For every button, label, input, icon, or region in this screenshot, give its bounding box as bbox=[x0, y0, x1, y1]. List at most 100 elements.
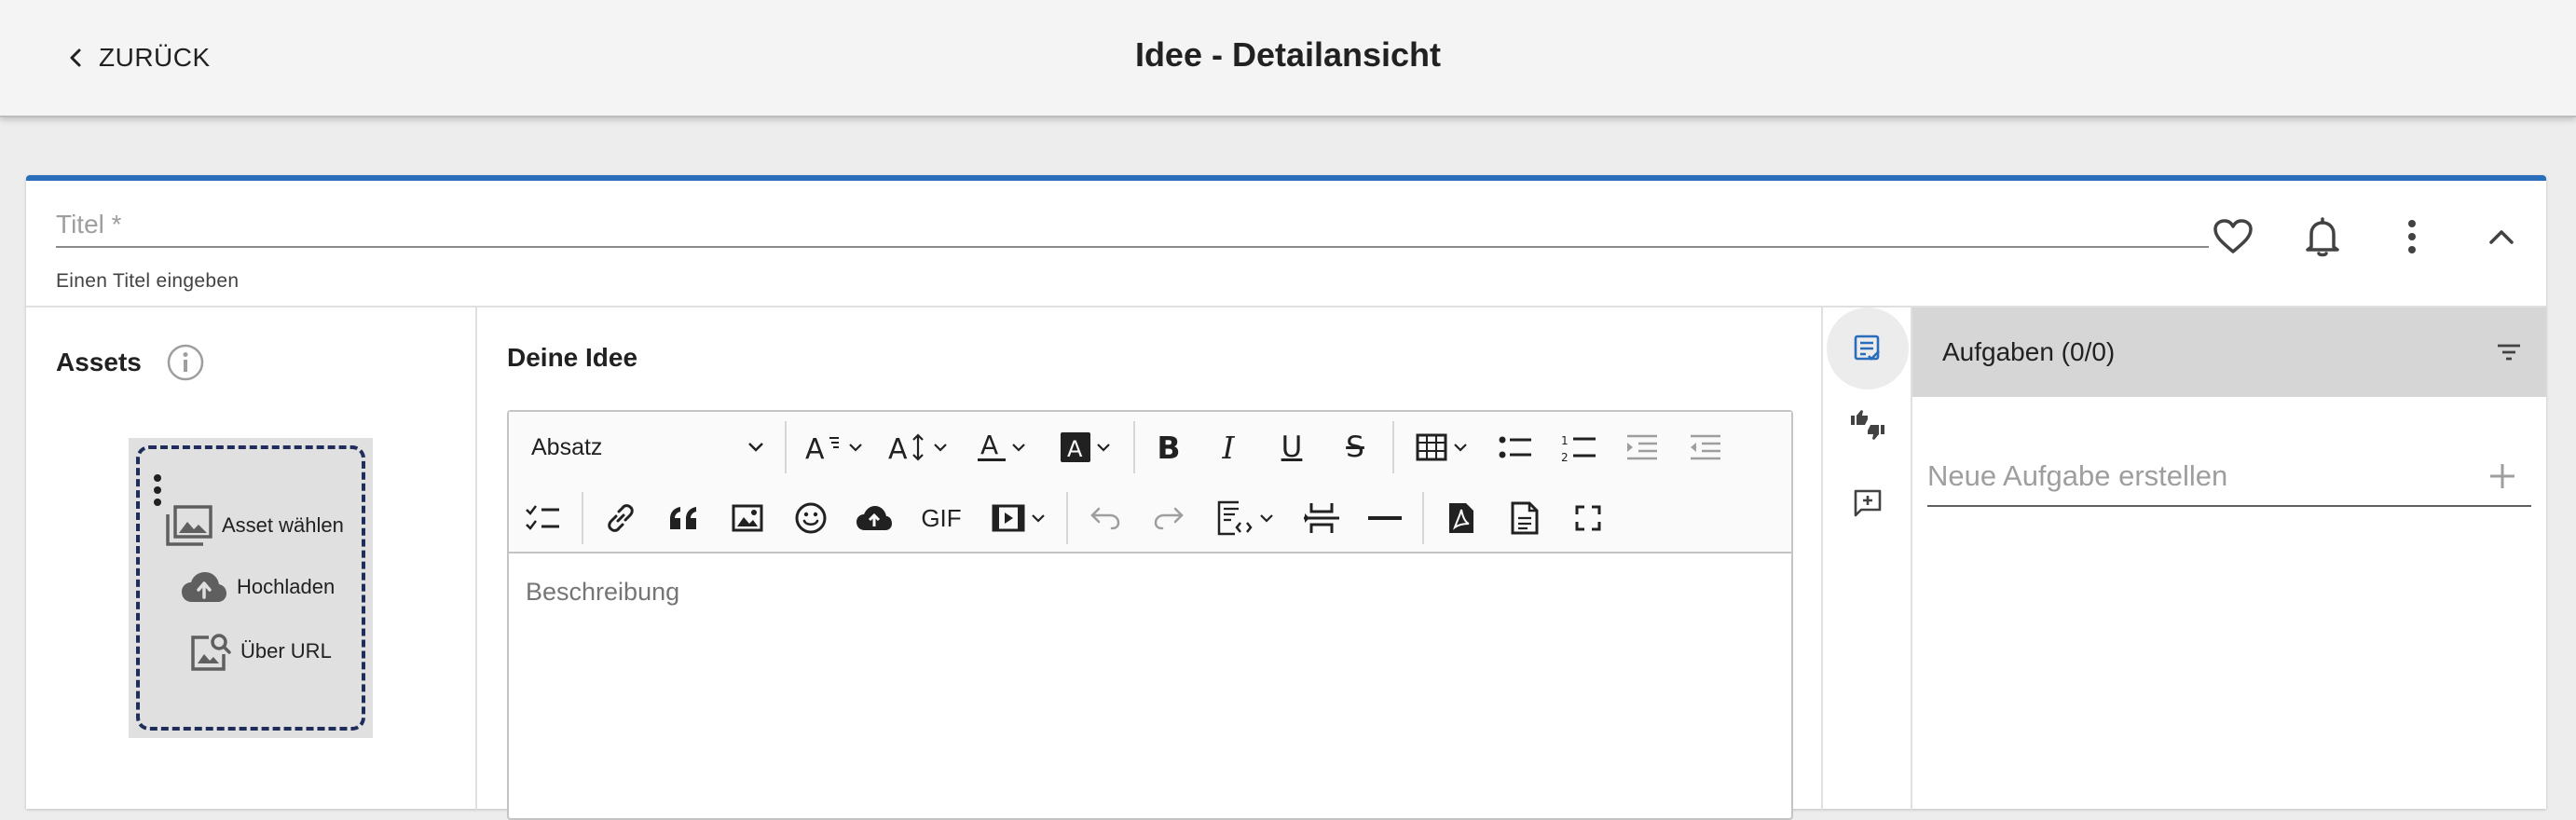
image-search-icon bbox=[191, 634, 231, 671]
svg-text:A: A bbox=[805, 433, 825, 462]
svg-text:A: A bbox=[1067, 436, 1083, 462]
choose-asset-option[interactable]: Asset wählen bbox=[166, 505, 344, 546]
horizontal-line-button[interactable] bbox=[1353, 492, 1417, 544]
video-icon bbox=[992, 504, 1025, 532]
quote-icon bbox=[670, 507, 696, 529]
favorite-button[interactable] bbox=[2188, 209, 2278, 265]
font-size-button[interactable]: A bbox=[876, 421, 960, 473]
italic-button[interactable]: I bbox=[1197, 421, 1260, 473]
redo-button[interactable] bbox=[1137, 492, 1200, 544]
asset-dropzone[interactable]: Asset wählen Hochladen Über URL bbox=[129, 438, 373, 738]
new-task-input[interactable] bbox=[1927, 459, 2449, 493]
bold-button[interactable]: B bbox=[1141, 421, 1197, 473]
todo-list-button[interactable] bbox=[509, 492, 576, 544]
redo-icon bbox=[1154, 507, 1184, 530]
paragraph-format-select[interactable]: Absatz bbox=[509, 421, 779, 473]
title-input[interactable] bbox=[56, 203, 2209, 248]
font-family-button[interactable]: A bbox=[792, 421, 876, 473]
thumbs-up-down-icon bbox=[1851, 410, 1884, 440]
underline-button[interactable]: U bbox=[1260, 421, 1323, 473]
idea-card: Einen Titel eingeben bbox=[26, 175, 2546, 820]
strikethrough-icon: S bbox=[1346, 430, 1364, 464]
fullscreen-icon bbox=[1575, 505, 1601, 531]
tasks-header: Aufgaben (0/0) bbox=[1912, 308, 2546, 397]
chevron-down-icon bbox=[1012, 444, 1025, 452]
link-icon bbox=[608, 504, 634, 532]
indent-button[interactable] bbox=[1610, 421, 1674, 473]
info-icon[interactable] bbox=[166, 343, 205, 382]
horizontal-line-icon bbox=[1368, 516, 1402, 520]
paragraph-format-label: Absatz bbox=[531, 433, 603, 460]
outdent-button[interactable] bbox=[1674, 421, 1737, 473]
image-icon bbox=[732, 504, 763, 532]
page-break-icon bbox=[1304, 503, 1339, 533]
tab-votes[interactable] bbox=[1827, 386, 1909, 464]
photo-library-icon bbox=[166, 505, 212, 546]
background-color-icon: A bbox=[1061, 432, 1090, 462]
collapse-button[interactable] bbox=[2457, 209, 2546, 265]
title-hint: Einen Titel eingeben bbox=[56, 270, 240, 292]
upload-option[interactable]: Hochladen bbox=[181, 570, 335, 604]
pdf-icon bbox=[1449, 503, 1473, 533]
bulleted-list-button[interactable] bbox=[1484, 421, 1547, 473]
export-word-button[interactable] bbox=[1493, 492, 1556, 544]
table-icon bbox=[1416, 433, 1447, 461]
bell-icon bbox=[2306, 217, 2339, 257]
tasks-panel: Aufgaben (0/0) bbox=[1912, 308, 2546, 811]
underline-icon: U bbox=[1281, 430, 1303, 464]
notifications-button[interactable] bbox=[2278, 209, 2367, 265]
more-options-button[interactable] bbox=[2367, 209, 2457, 265]
chevron-down-icon bbox=[1260, 514, 1273, 523]
upload-file-button[interactable] bbox=[843, 492, 906, 544]
more-vertical-icon[interactable] bbox=[153, 473, 162, 507]
description-editor[interactable]: Beschreibung bbox=[526, 578, 679, 607]
chevron-down-icon bbox=[1097, 444, 1110, 452]
undo-button[interactable] bbox=[1074, 492, 1137, 544]
fullscreen-button[interactable] bbox=[1556, 492, 1620, 544]
page-break-button[interactable] bbox=[1290, 492, 1353, 544]
font-family-icon: A bbox=[805, 433, 839, 462]
gif-button[interactable]: GIF bbox=[906, 492, 977, 544]
cloud-upload-icon bbox=[856, 506, 892, 530]
link-button[interactable] bbox=[589, 492, 652, 544]
assets-panel: Assets Asset wählen Hochladen Über URL bbox=[26, 308, 477, 811]
media-embed-button[interactable] bbox=[977, 492, 1061, 544]
font-color-button[interactable]: A bbox=[960, 421, 1044, 473]
export-pdf-button[interactable] bbox=[1430, 492, 1493, 544]
todo-list-icon bbox=[526, 505, 559, 530]
numbered-list-button[interactable]: 1 2 bbox=[1547, 421, 1610, 473]
emoji-button[interactable] bbox=[779, 492, 843, 544]
title-row: Einen Titel eingeben bbox=[26, 181, 2546, 308]
insert-image-button[interactable] bbox=[716, 492, 779, 544]
italic-icon: I bbox=[1222, 429, 1235, 466]
tasks-title: Aufgaben (0/0) bbox=[1942, 337, 2116, 366]
strikethrough-button[interactable]: S bbox=[1323, 421, 1387, 473]
table-button[interactable] bbox=[1400, 421, 1484, 473]
tab-tasks[interactable] bbox=[1827, 308, 1909, 390]
chevron-down-icon bbox=[934, 444, 947, 452]
upload-label: Hochladen bbox=[237, 575, 336, 598]
new-task-field bbox=[1927, 447, 2531, 507]
cloud-upload-icon bbox=[182, 572, 226, 602]
svg-text:1: 1 bbox=[1561, 434, 1569, 447]
background-color-button[interactable]: A bbox=[1044, 421, 1128, 473]
chevron-up-icon bbox=[2489, 230, 2514, 244]
side-tab-bar bbox=[1823, 308, 1912, 811]
plus-icon[interactable] bbox=[2488, 462, 2516, 490]
choose-asset-label: Asset wählen bbox=[222, 513, 344, 537]
blockquote-button[interactable] bbox=[652, 492, 716, 544]
indent-icon bbox=[1627, 434, 1657, 460]
bold-icon: B bbox=[1157, 429, 1181, 466]
tab-comments[interactable] bbox=[1827, 464, 1909, 542]
source-editing-button[interactable] bbox=[1200, 492, 1290, 544]
filter-icon[interactable] bbox=[2496, 343, 2522, 362]
source-code-icon bbox=[1217, 500, 1253, 536]
gif-label: GIF bbox=[921, 503, 962, 532]
title-actions bbox=[2188, 209, 2546, 265]
heart-icon bbox=[2213, 219, 2253, 253]
rich-text-editor: Absatz A A A A B I U S 1 2 GIF Beschreib… bbox=[507, 410, 1793, 820]
chevron-down-icon bbox=[1454, 444, 1467, 452]
url-option[interactable]: Über URL bbox=[190, 632, 332, 671]
svg-text:2: 2 bbox=[1561, 451, 1569, 462]
app-header: ZURÜCK Idee - Detailansicht bbox=[0, 0, 2576, 117]
